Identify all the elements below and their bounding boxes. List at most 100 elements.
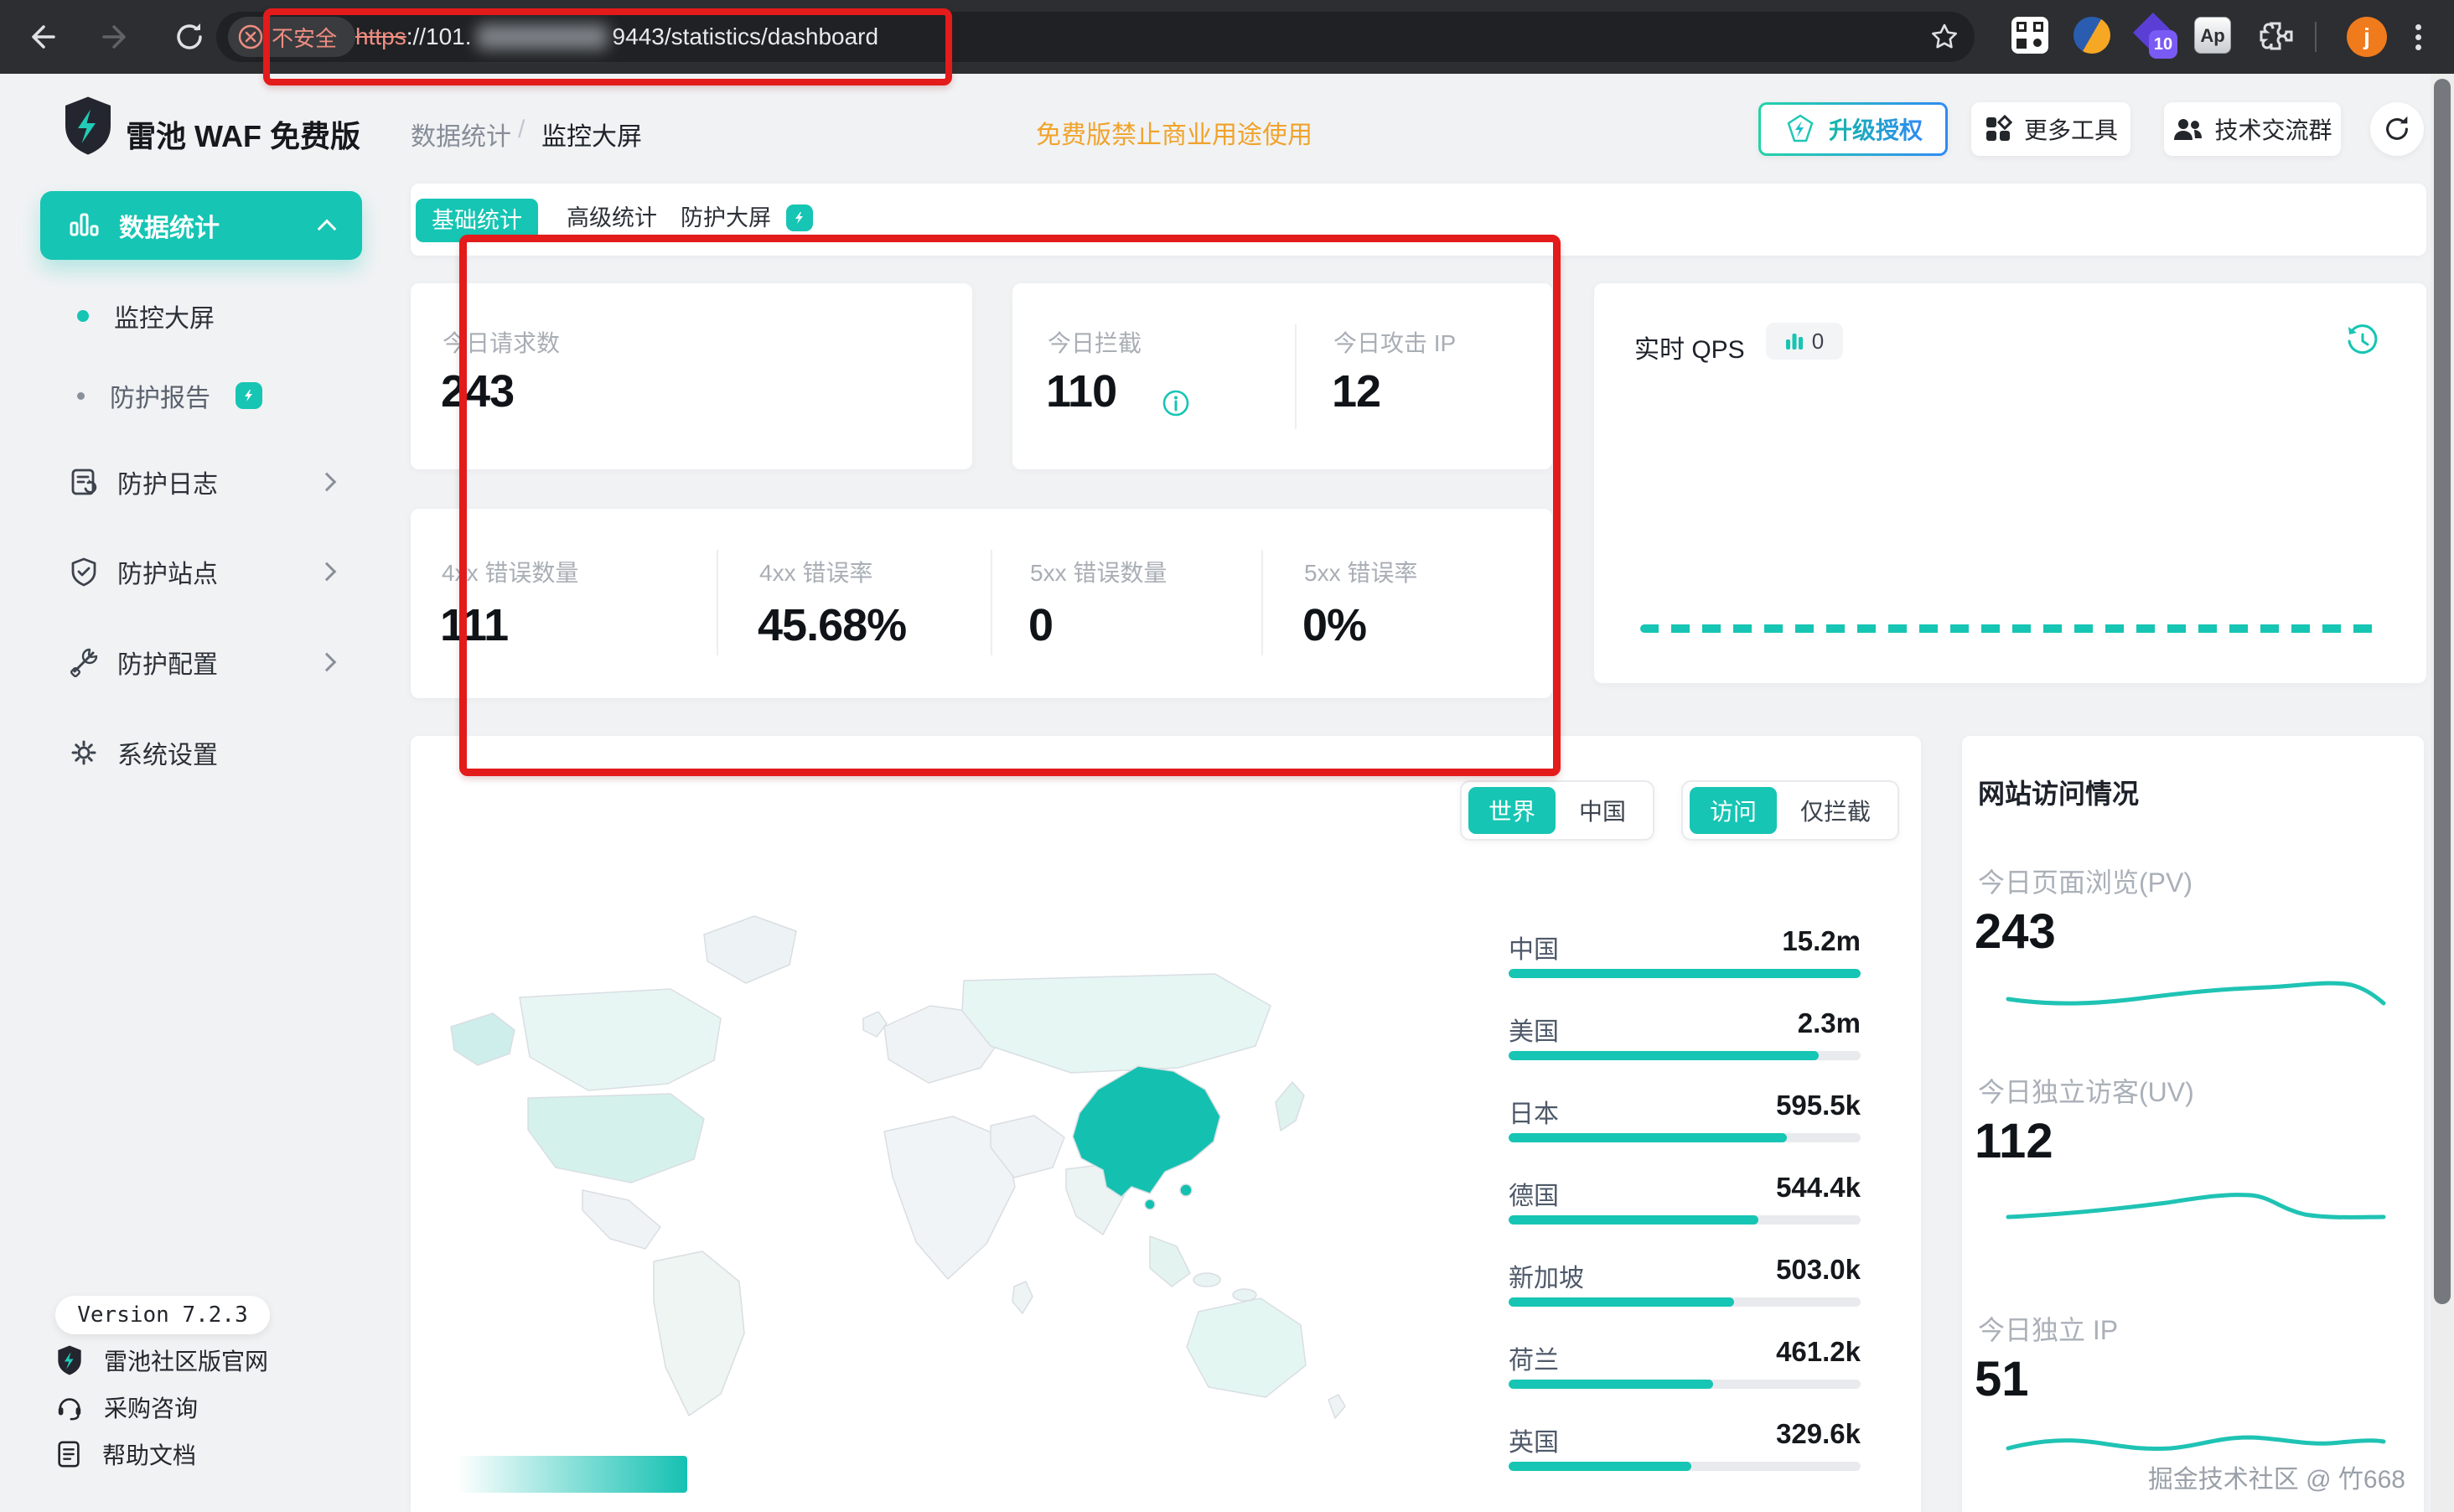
sidebar-link-official-site[interactable]: 雷池社区版官网 bbox=[55, 1337, 391, 1384]
mini-bars-icon bbox=[1785, 331, 1804, 351]
country-name: 德国 bbox=[1509, 1175, 1559, 1212]
country-row[interactable]: 中国15.2m bbox=[1509, 922, 1861, 1004]
sidebar-item-system-settings[interactable]: 系统设置 bbox=[40, 723, 362, 782]
sidebar-item-protection-report[interactable]: 防护报告 bbox=[40, 366, 362, 425]
browser-back-icon[interactable] bbox=[23, 20, 57, 54]
country-bar-fill bbox=[1509, 969, 1861, 978]
refresh-icon bbox=[2381, 113, 2413, 145]
mode-toggle-block-only[interactable]: 仅拦截 bbox=[1780, 794, 1891, 827]
sidebar-link-purchase[interactable]: 采购咨询 bbox=[55, 1384, 391, 1431]
refresh-button[interactable] bbox=[2370, 102, 2424, 156]
sidebar-item-label: 监控大屏 bbox=[114, 298, 215, 334]
pv-value: 243 bbox=[1975, 904, 2056, 960]
sidebar-item-protection-config[interactable]: 防护配置 bbox=[40, 633, 362, 691]
extension-badge-count: 10 bbox=[2149, 30, 2177, 59]
stat-value: 45.68% bbox=[758, 599, 906, 651]
scrollbar-thumb[interactable] bbox=[2434, 79, 2451, 1304]
community-button[interactable]: 技术交流群 bbox=[2164, 102, 2341, 156]
chevron-right-icon bbox=[318, 562, 337, 582]
info-icon[interactable] bbox=[1162, 389, 1190, 417]
tools-icon bbox=[69, 647, 99, 677]
doc-icon bbox=[55, 1440, 82, 1468]
mode-toggle-visit[interactable]: 访问 bbox=[1690, 787, 1777, 834]
country-name: 英国 bbox=[1509, 1421, 1559, 1458]
country-bar-fill bbox=[1509, 1297, 1734, 1307]
upgrade-label: 升级授权 bbox=[1829, 112, 1923, 146]
country-value: 461.2k bbox=[1776, 1336, 1861, 1368]
sidebar-item-protected-sites[interactable]: 防护站点 bbox=[40, 542, 362, 601]
uv-label: 今日独立访客(UV) bbox=[1978, 1071, 2194, 1110]
country-row[interactable]: 新加坡503.0k bbox=[1509, 1251, 1861, 1333]
community-label: 技术交流群 bbox=[2214, 112, 2332, 146]
map-color-legend bbox=[457, 1456, 687, 1493]
address-bar[interactable]: 不安全 https://101.9443/statistics/dashboar… bbox=[216, 12, 1975, 62]
tab-basic-stats[interactable]: 基础统计 bbox=[416, 199, 538, 242]
app-title: 雷池 WAF 免费版 bbox=[126, 112, 360, 156]
country-bar-track bbox=[1509, 1051, 1861, 1060]
country-name: 美国 bbox=[1509, 1011, 1559, 1048]
extension-qr-icon[interactable] bbox=[2011, 17, 2048, 54]
country-bar-track bbox=[1509, 1133, 1861, 1142]
browser-profile-avatar[interactable]: j bbox=[2347, 17, 2387, 57]
country-bar-fill bbox=[1509, 1380, 1713, 1389]
breadcrumb-separator: / bbox=[518, 116, 525, 144]
tab-protection-screen[interactable]: 防护大屏 bbox=[681, 194, 771, 241]
sidebar-item-label: 系统设置 bbox=[117, 734, 334, 771]
extension-purple-icon[interactable]: 10 bbox=[2136, 17, 2167, 47]
stat-value: 0 bbox=[1028, 599, 1053, 651]
sidebar-link-docs[interactable]: 帮助文档 bbox=[55, 1431, 391, 1478]
upgrade-diamond-icon bbox=[1784, 112, 1817, 146]
region-toggle: 世界 中国 bbox=[1460, 780, 1654, 841]
chevron-up-icon bbox=[318, 220, 337, 239]
browser-reload-icon[interactable] bbox=[173, 20, 206, 54]
upgrade-license-button[interactable]: 升级授权 bbox=[1758, 102, 1948, 156]
sidebar-item-label: 防护配置 bbox=[117, 644, 302, 681]
stat-value: 0% bbox=[1302, 599, 1366, 651]
card-divider bbox=[1261, 550, 1263, 655]
country-bar-track bbox=[1509, 1215, 1861, 1225]
browser-menu-kebab-icon[interactable] bbox=[2415, 20, 2421, 54]
history-icon[interactable] bbox=[2345, 324, 2380, 359]
world-map[interactable] bbox=[427, 901, 1383, 1479]
safeline-waf-dashboard: 不安全 https://101.9443/statistics/dashboar… bbox=[0, 0, 2454, 1512]
uv-value: 112 bbox=[1975, 1113, 2053, 1169]
license-warning-text: 免费版禁止商业用途使用 bbox=[1036, 114, 1312, 151]
tab-advanced-stats[interactable]: 高级统计 bbox=[567, 194, 657, 241]
region-toggle-china[interactable]: 中国 bbox=[1559, 794, 1646, 827]
country-row[interactable]: 英国329.6k bbox=[1509, 1415, 1861, 1497]
sidebar-item-data-stats[interactable]: 数据统计 bbox=[40, 191, 362, 260]
country-row[interactable]: 德国544.4k bbox=[1509, 1168, 1861, 1251]
extensions-puzzle-icon[interactable] bbox=[2256, 17, 2295, 55]
watermark-text: 掘金技术社区 @ 竹668 bbox=[2148, 1458, 2405, 1495]
not-secure-badge[interactable]: 不安全 bbox=[228, 17, 355, 57]
stat-value: 111 bbox=[440, 599, 508, 651]
ip-sparkline bbox=[2003, 1410, 2389, 1463]
extension-swirl-icon[interactable] bbox=[2073, 17, 2110, 54]
country-value: 595.5k bbox=[1776, 1090, 1861, 1121]
extension-ap-icon[interactable]: Ap bbox=[2194, 17, 2231, 54]
bookmark-star-icon[interactable] bbox=[1929, 22, 1960, 52]
country-row[interactable]: 日本595.5k bbox=[1509, 1086, 1861, 1168]
qps-zero-line bbox=[1640, 624, 2375, 633]
chevron-right-icon bbox=[318, 653, 337, 672]
browser-forward-icon[interactable] bbox=[101, 20, 134, 54]
qps-value-badge[interactable]: 0 bbox=[1766, 323, 1843, 360]
sidebar-item-protection-logs[interactable]: 防护日志 bbox=[40, 453, 362, 511]
country-row[interactable]: 荷兰461.2k bbox=[1509, 1333, 1861, 1415]
not-secure-label: 不安全 bbox=[272, 22, 337, 53]
country-bar-fill bbox=[1509, 1462, 1691, 1471]
country-name: 中国 bbox=[1509, 929, 1559, 966]
pro-lightning-badge-icon bbox=[786, 205, 813, 231]
sidebar-item-monitor-dashboard[interactable]: 监控大屏 bbox=[40, 287, 362, 345]
stat-value: 12 bbox=[1332, 365, 1380, 417]
more-tools-button[interactable]: 更多工具 bbox=[1971, 102, 2130, 156]
region-toggle-world[interactable]: 世界 bbox=[1468, 787, 1556, 834]
url-scheme: https bbox=[355, 23, 406, 50]
stat-label: 4xx 错误数量 bbox=[442, 555, 578, 588]
sidebar-item-label: 数据统计 bbox=[119, 207, 302, 244]
country-value: 2.3m bbox=[1798, 1007, 1861, 1039]
url-text[interactable]: https://101.9443/statistics/dashboard bbox=[355, 12, 878, 62]
shield-check-icon bbox=[69, 557, 99, 587]
breadcrumb-section[interactable]: 数据统计 bbox=[411, 116, 511, 153]
country-row[interactable]: 美国 2.3m bbox=[1509, 1004, 1861, 1086]
